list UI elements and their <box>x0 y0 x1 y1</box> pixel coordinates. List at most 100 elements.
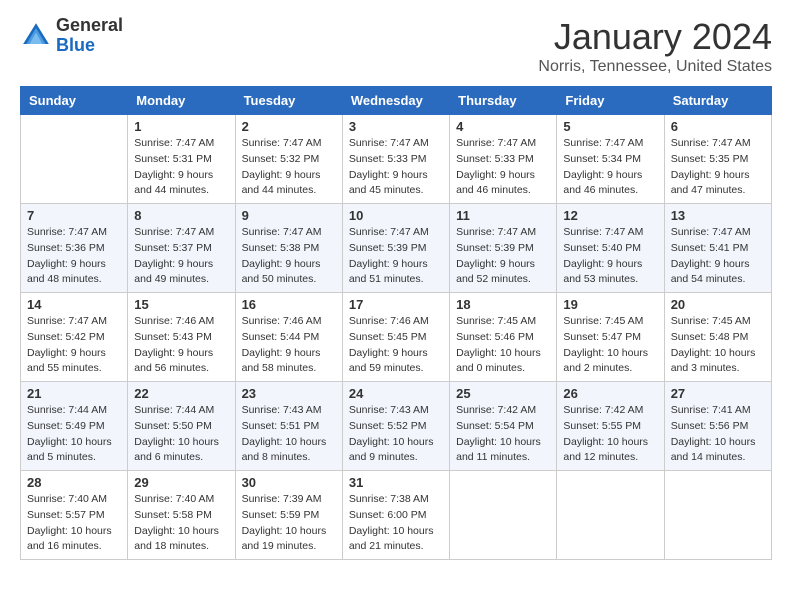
calendar-cell: 6 Sunrise: 7:47 AMSunset: 5:35 PMDaylight… <box>664 115 771 204</box>
calendar-cell: 23 Sunrise: 7:43 AMSunset: 5:51 PMDayligh… <box>235 382 342 471</box>
calendar-week-4: 21Sunrise: 7:44 AMSunset: 5:49 PMDayligh… <box>21 382 772 471</box>
day-number: 19 <box>563 297 657 312</box>
day-number: 24 <box>349 386 443 401</box>
day-number: 6 <box>671 119 765 134</box>
calendar-cell: 30 Sunrise: 7:39 AMSunset: 5:59 PMDayligh… <box>235 471 342 560</box>
day-info: Sunrise: 7:46 AMSunset: 5:45 PMDaylight:… <box>349 314 443 377</box>
day-info: Sunrise: 7:41 AMSunset: 5:56 PMDaylight:… <box>671 403 765 466</box>
calendar-week-5: 28 Sunrise: 7:40 AMSunset: 5:57 PMDayligh… <box>21 471 772 560</box>
day-number: 31 <box>349 475 443 490</box>
header: General Blue January 2024 Norris, Tennes… <box>20 16 772 76</box>
day-number: 18 <box>456 297 550 312</box>
logo-icon <box>20 20 52 52</box>
day-info: Sunrise: 7:47 AMSunset: 5:41 PMDaylight:… <box>671 225 765 288</box>
day-number: 13 <box>671 208 765 223</box>
calendar-cell <box>557 471 664 560</box>
calendar-cell: 5 Sunrise: 7:47 AMSunset: 5:34 PMDaylight… <box>557 115 664 204</box>
calendar-cell: 14Sunrise: 7:47 AMSunset: 5:42 PMDayligh… <box>21 293 128 382</box>
calendar-cell: 17 Sunrise: 7:46 AMSunset: 5:45 PMDayligh… <box>342 293 449 382</box>
day-number: 23 <box>242 386 336 401</box>
day-number: 7 <box>27 208 121 223</box>
day-info: Sunrise: 7:42 AMSunset: 5:54 PMDaylight:… <box>456 403 550 466</box>
calendar-table: SundayMondayTuesdayWednesdayThursdayFrid… <box>20 86 772 560</box>
day-info: Sunrise: 7:47 AMSunset: 5:39 PMDaylight:… <box>456 225 550 288</box>
calendar-week-2: 7 Sunrise: 7:47 AMSunset: 5:36 PMDaylight… <box>21 204 772 293</box>
calendar-cell: 21Sunrise: 7:44 AMSunset: 5:49 PMDayligh… <box>21 382 128 471</box>
calendar-cell: 19 Sunrise: 7:45 AMSunset: 5:47 PMDayligh… <box>557 293 664 382</box>
day-number: 22 <box>134 386 228 401</box>
calendar-cell: 11 Sunrise: 7:47 AMSunset: 5:39 PMDayligh… <box>450 204 557 293</box>
day-number: 26 <box>563 386 657 401</box>
location-title: Norris, Tennessee, United States <box>538 58 772 76</box>
day-number: 27 <box>671 386 765 401</box>
calendar-cell: 16Sunrise: 7:46 AMSunset: 5:44 PMDayligh… <box>235 293 342 382</box>
page-container: General Blue January 2024 Norris, Tennes… <box>20 16 772 560</box>
day-info: Sunrise: 7:46 AMSunset: 5:43 PMDaylight:… <box>134 314 228 377</box>
calendar-cell: 29Sunrise: 7:40 AMSunset: 5:58 PMDayligh… <box>128 471 235 560</box>
day-info: Sunrise: 7:47 AMSunset: 5:34 PMDaylight:… <box>563 136 657 199</box>
header-day-tuesday: Tuesday <box>235 87 342 115</box>
calendar-header: SundayMondayTuesdayWednesdayThursdayFrid… <box>21 87 772 115</box>
header-day-friday: Friday <box>557 87 664 115</box>
day-info: Sunrise: 7:47 AMSunset: 5:39 PMDaylight:… <box>349 225 443 288</box>
header-day-saturday: Saturday <box>664 87 771 115</box>
day-info: Sunrise: 7:43 AMSunset: 5:52 PMDaylight:… <box>349 403 443 466</box>
day-number: 5 <box>563 119 657 134</box>
calendar-cell: 24 Sunrise: 7:43 AMSunset: 5:52 PMDayligh… <box>342 382 449 471</box>
header-day-thursday: Thursday <box>450 87 557 115</box>
calendar-cell: 9Sunrise: 7:47 AMSunset: 5:38 PMDaylight… <box>235 204 342 293</box>
calendar-week-3: 14Sunrise: 7:47 AMSunset: 5:42 PMDayligh… <box>21 293 772 382</box>
calendar-cell: 8Sunrise: 7:47 AMSunset: 5:37 PMDaylight… <box>128 204 235 293</box>
header-row: SundayMondayTuesdayWednesdayThursdayFrid… <box>21 87 772 115</box>
calendar-cell: 25 Sunrise: 7:42 AMSunset: 5:54 PMDayligh… <box>450 382 557 471</box>
calendar-cell <box>450 471 557 560</box>
day-number: 17 <box>349 297 443 312</box>
calendar-cell: 2 Sunrise: 7:47 AMSunset: 5:32 PMDaylight… <box>235 115 342 204</box>
day-info: Sunrise: 7:44 AMSunset: 5:49 PMDaylight:… <box>27 403 121 466</box>
calendar-cell: 27 Sunrise: 7:41 AMSunset: 5:56 PMDayligh… <box>664 382 771 471</box>
day-info: Sunrise: 7:40 AMSunset: 5:57 PMDaylight:… <box>27 492 121 555</box>
day-number: 15 <box>134 297 228 312</box>
day-number: 2 <box>242 119 336 134</box>
day-info: Sunrise: 7:47 AMSunset: 5:35 PMDaylight:… <box>671 136 765 199</box>
day-number: 11 <box>456 208 550 223</box>
month-title: January 2024 <box>538 16 772 58</box>
calendar-cell <box>664 471 771 560</box>
calendar-cell <box>21 115 128 204</box>
day-number: 12 <box>563 208 657 223</box>
calendar-cell: 22Sunrise: 7:44 AMSunset: 5:50 PMDayligh… <box>128 382 235 471</box>
calendar-cell: 1Sunrise: 7:47 AMSunset: 5:31 PMDaylight… <box>128 115 235 204</box>
header-day-monday: Monday <box>128 87 235 115</box>
day-info: Sunrise: 7:43 AMSunset: 5:51 PMDaylight:… <box>242 403 336 466</box>
logo-general: General <box>56 16 123 36</box>
day-info: Sunrise: 7:40 AMSunset: 5:58 PMDaylight:… <box>134 492 228 555</box>
day-number: 9 <box>242 208 336 223</box>
calendar-cell: 10 Sunrise: 7:47 AMSunset: 5:39 PMDayligh… <box>342 204 449 293</box>
calendar-cell: 15 Sunrise: 7:46 AMSunset: 5:43 PMDayligh… <box>128 293 235 382</box>
day-number: 4 <box>456 119 550 134</box>
day-info: Sunrise: 7:47 AMSunset: 5:36 PMDaylight:… <box>27 225 121 288</box>
day-number: 25 <box>456 386 550 401</box>
day-info: Sunrise: 7:39 AMSunset: 5:59 PMDaylight:… <box>242 492 336 555</box>
day-number: 8 <box>134 208 228 223</box>
day-number: 28 <box>27 475 121 490</box>
logo-text: General Blue <box>56 16 123 56</box>
day-number: 30 <box>242 475 336 490</box>
day-info: Sunrise: 7:45 AMSunset: 5:48 PMDaylight:… <box>671 314 765 377</box>
header-day-sunday: Sunday <box>21 87 128 115</box>
calendar-week-1: 1Sunrise: 7:47 AMSunset: 5:31 PMDaylight… <box>21 115 772 204</box>
day-info: Sunrise: 7:45 AMSunset: 5:46 PMDaylight:… <box>456 314 550 377</box>
calendar-cell: 31Sunrise: 7:38 AMSunset: 6:00 PMDayligh… <box>342 471 449 560</box>
header-day-wednesday: Wednesday <box>342 87 449 115</box>
day-info: Sunrise: 7:47 AMSunset: 5:40 PMDaylight:… <box>563 225 657 288</box>
calendar-cell: 13 Sunrise: 7:47 AMSunset: 5:41 PMDayligh… <box>664 204 771 293</box>
day-number: 10 <box>349 208 443 223</box>
day-info: Sunrise: 7:46 AMSunset: 5:44 PMDaylight:… <box>242 314 336 377</box>
day-info: Sunrise: 7:47 AMSunset: 5:32 PMDaylight:… <box>242 136 336 199</box>
day-number: 1 <box>134 119 228 134</box>
calendar-body: 1Sunrise: 7:47 AMSunset: 5:31 PMDaylight… <box>21 115 772 560</box>
calendar-cell: 3Sunrise: 7:47 AMSunset: 5:33 PMDaylight… <box>342 115 449 204</box>
day-info: Sunrise: 7:42 AMSunset: 5:55 PMDaylight:… <box>563 403 657 466</box>
title-section: January 2024 Norris, Tennessee, United S… <box>538 16 772 76</box>
day-info: Sunrise: 7:45 AMSunset: 5:47 PMDaylight:… <box>563 314 657 377</box>
